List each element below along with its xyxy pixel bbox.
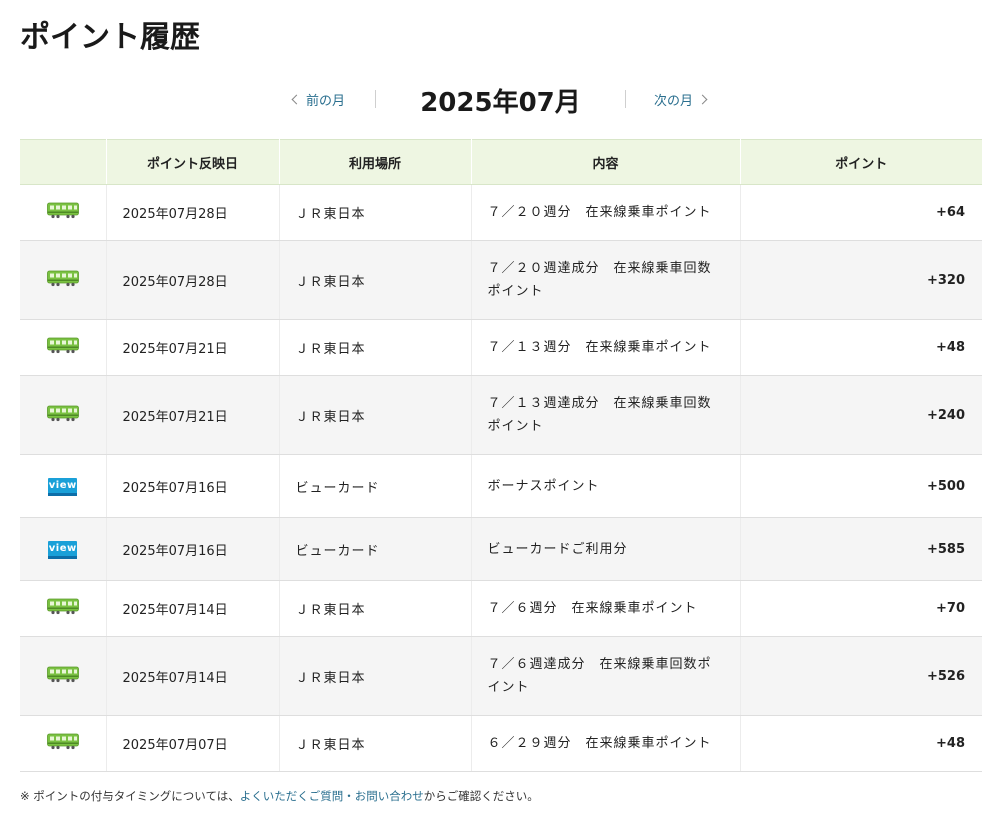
row-point: +585: [740, 517, 982, 581]
train-icon: [46, 270, 79, 287]
row-place: ＪＲ東日本: [279, 636, 472, 716]
row-point: +320: [740, 240, 982, 320]
row-point: +48: [740, 715, 982, 772]
row-date: 2025年07月14日: [106, 636, 280, 716]
table-row: 2025年07月21日 ＪＲ東日本 ７／１３週分 在来線乗車ポイント +48: [20, 319, 982, 376]
view-card-icon: view: [48, 477, 78, 496]
row-content: ７／６週分 在来線乗車ポイント: [471, 580, 741, 637]
row-place: ＪＲ東日本: [279, 240, 472, 320]
row-icon-cell: [20, 319, 107, 376]
row-place: ＪＲ東日本: [279, 715, 472, 772]
view-card-icon: view: [48, 540, 78, 559]
row-icon-cell: [20, 715, 107, 772]
row-icon-cell: [20, 184, 107, 241]
row-date: 2025年07月14日: [106, 580, 280, 637]
table-row: 2025年07月07日 ＪＲ東日本 ６／２９週分 在来線乗車ポイント +48: [20, 715, 982, 772]
row-point: +70: [740, 580, 982, 637]
row-place: ＪＲ東日本: [279, 319, 472, 376]
header-point: ポイント: [740, 139, 982, 185]
row-point: +48: [740, 319, 982, 376]
table-row: view 2025年07月16日 ビューカード ビューカードご利用分 +585: [20, 517, 982, 581]
footnote-prefix: ※ ポイントの付与タイミングについては、: [20, 789, 240, 803]
row-date: 2025年07月16日: [106, 454, 280, 518]
footnote: ※ ポイントの付与タイミングについては、よくいただくご質問・お問い合わせからご確…: [20, 788, 539, 804]
row-place: ＪＲ東日本: [279, 184, 472, 241]
row-icon-cell: [20, 240, 107, 320]
month-navigation: 前の月 2025年07月 次の月: [0, 82, 1007, 122]
chevron-right-icon: [697, 94, 708, 105]
header-content: 内容: [471, 139, 741, 185]
train-icon: [46, 598, 79, 615]
next-month-link[interactable]: 次の月: [654, 90, 708, 109]
train-icon: [46, 666, 79, 683]
row-content: ６／２９週分 在来線乗車ポイント: [471, 715, 741, 772]
train-icon: [46, 733, 79, 750]
header-icon: [20, 139, 107, 185]
chevron-left-icon: [291, 94, 302, 105]
header-date: ポイント反映日: [106, 139, 280, 185]
row-date: 2025年07月21日: [106, 319, 280, 376]
row-date: 2025年07月16日: [106, 517, 280, 581]
row-content: ボーナスポイント: [471, 454, 741, 518]
table-header-row: ポイント反映日 利用場所 内容 ポイント: [20, 139, 982, 185]
row-date: 2025年07月07日: [106, 715, 280, 772]
prev-month-label: 前の月: [306, 94, 346, 109]
train-icon: [46, 337, 79, 354]
row-point: +240: [740, 375, 982, 455]
row-place: ビューカード: [279, 517, 472, 581]
next-month-label: 次の月: [654, 94, 694, 109]
row-place: ビューカード: [279, 454, 472, 518]
row-date: 2025年07月28日: [106, 240, 280, 320]
row-icon-cell: [20, 580, 107, 637]
table-row: 2025年07月14日 ＪＲ東日本 ７／６週達成分 在来線乗車回数ポイント +526: [20, 636, 982, 716]
row-point: +526: [740, 636, 982, 716]
header-place: 利用場所: [279, 139, 472, 185]
table-row: 2025年07月28日 ＪＲ東日本 ７／２０週達成分 在来線乗車回数ポイント +320: [20, 240, 982, 320]
prev-month-link[interactable]: 前の月: [291, 90, 346, 109]
faq-link[interactable]: よくいただくご質問・お問い合わせ: [240, 789, 424, 803]
page-title: ポイント履歴: [20, 20, 200, 55]
row-point: +64: [740, 184, 982, 241]
table-row: 2025年07月28日 ＪＲ東日本 ７／２０週分 在来線乗車ポイント +64: [20, 184, 982, 241]
footnote-suffix: からご確認ください。: [423, 789, 539, 803]
row-icon-cell: [20, 636, 107, 716]
train-icon: [46, 202, 79, 219]
table-row: 2025年07月14日 ＪＲ東日本 ７／６週分 在来線乗車ポイント +70: [20, 580, 982, 637]
table-row: view 2025年07月16日 ビューカード ボーナスポイント +500: [20, 454, 982, 518]
row-content: ７／６週達成分 在来線乗車回数ポイント: [471, 636, 741, 716]
row-icon-cell: view: [20, 517, 107, 581]
row-icon-cell: [20, 375, 107, 455]
row-content: ビューカードご利用分: [471, 517, 741, 581]
row-date: 2025年07月28日: [106, 184, 280, 241]
train-icon: [46, 405, 79, 422]
row-place: ＪＲ東日本: [279, 375, 472, 455]
row-date: 2025年07月21日: [106, 375, 280, 455]
nav-divider: [625, 90, 626, 108]
row-content: ７／１３週分 在来線乗車ポイント: [471, 319, 741, 376]
row-point: +500: [740, 454, 982, 518]
row-content: ７／２０週達成分 在来線乗車回数ポイント: [471, 240, 741, 320]
row-place: ＪＲ東日本: [279, 580, 472, 637]
point-history-table: ポイント反映日 利用場所 内容 ポイント 2025年07月28日 ＪＲ東日本 ７／２…: [20, 139, 982, 772]
row-content: ７／２０週分 在来線乗車ポイント: [471, 184, 741, 241]
row-content: ７／１３週達成分 在来線乗車回数ポイント: [471, 375, 741, 455]
current-month: 2025年07月: [420, 88, 581, 118]
row-icon-cell: view: [20, 454, 107, 518]
table-row: 2025年07月21日 ＪＲ東日本 ７／１３週達成分 在来線乗車回数ポイント +240: [20, 375, 982, 455]
